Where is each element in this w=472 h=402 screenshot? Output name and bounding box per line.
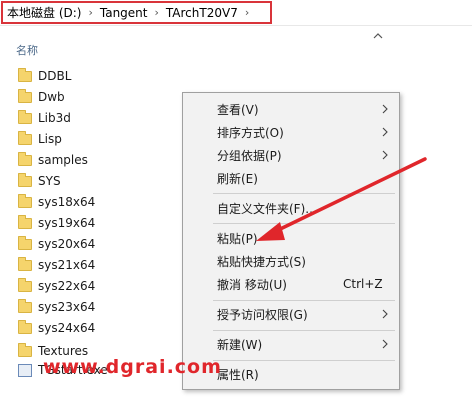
- menu-item-shortcut: Ctrl+Z: [343, 277, 383, 291]
- file-name: sys20x64: [38, 237, 96, 251]
- menu-item-new[interactable]: 新建(W): [183, 333, 399, 355]
- folder-icon: [18, 319, 32, 334]
- file-name: sys21x64: [38, 258, 96, 272]
- menu-item-label: 粘贴(P): [217, 231, 258, 246]
- menu-item-grant-access[interactable]: 授予访问权限(G): [183, 303, 399, 325]
- breadcrumb-separator-icon[interactable]: ›: [238, 6, 256, 19]
- menu-separator: [213, 330, 395, 331]
- folder-icon: [18, 88, 32, 103]
- folder-icon: [18, 277, 32, 292]
- menu-item-refresh[interactable]: 刷新(E): [183, 167, 399, 189]
- file-name: sys24x64: [38, 321, 96, 335]
- file-name: SYS: [38, 174, 61, 188]
- folder-icon: [18, 172, 32, 187]
- menu-item-view[interactable]: 查看(V): [183, 98, 399, 120]
- menu-item-paste-shortcut[interactable]: 粘贴快捷方式(S): [183, 250, 399, 272]
- list-item[interactable]: SYS: [18, 171, 61, 191]
- menu-item-label: 刷新(E): [217, 171, 258, 186]
- file-name: sys22x64: [38, 279, 96, 293]
- folder-icon: [18, 342, 32, 357]
- folder-icon: [18, 256, 32, 271]
- menu-item-label: 新建(W): [217, 337, 263, 352]
- menu-item-label: 自定义文件夹(F)...: [217, 201, 317, 216]
- breadcrumb-drive[interactable]: 本地磁盘 (D:): [7, 4, 81, 21]
- file-name: Lisp: [38, 132, 62, 146]
- menu-separator: [213, 300, 395, 301]
- chevron-right-icon: [382, 309, 388, 319]
- watermark-text: www.dgrai.com: [43, 356, 222, 378]
- folder-icon: [18, 151, 32, 166]
- folder-icon: [18, 109, 32, 124]
- menu-item-label: 分组依据(P): [217, 148, 282, 163]
- menu-item-group-by[interactable]: 分组依据(P): [183, 144, 399, 166]
- chevron-up-icon[interactable]: [372, 30, 384, 42]
- menu-item-label: 排序方式(O): [217, 125, 284, 140]
- list-item[interactable]: sys24x64: [18, 318, 95, 338]
- list-item[interactable]: sys19x64: [18, 213, 95, 233]
- menu-separator: [213, 360, 395, 361]
- menu-item-label: 属性(R): [217, 367, 259, 382]
- file-name: sys19x64: [38, 216, 96, 230]
- folder-icon: [18, 214, 32, 229]
- folder-icon: [18, 235, 32, 250]
- file-name: sys23x64: [38, 300, 96, 314]
- menu-item-label: 授予访问权限(G): [217, 307, 308, 322]
- chevron-right-icon: [382, 339, 388, 349]
- breadcrumb-tarcht20v7[interactable]: TArchT20V7: [166, 6, 238, 20]
- folder-icon: [18, 193, 32, 208]
- exe-file-icon: [18, 363, 32, 377]
- menu-item-sort[interactable]: 排序方式(O): [183, 121, 399, 143]
- breadcrumb-separator-icon[interactable]: ›: [81, 6, 99, 19]
- file-name: Lib3d: [38, 111, 71, 125]
- file-name: Dwb: [38, 90, 65, 104]
- file-name: sys18x64: [38, 195, 96, 209]
- menu-item-label: 查看(V): [217, 102, 259, 117]
- chevron-right-icon: [382, 104, 388, 114]
- file-name: samples: [38, 153, 88, 167]
- menu-item-label: 粘贴快捷方式(S): [217, 254, 306, 269]
- menu-item-label: 撤消 移动(U): [217, 277, 287, 292]
- breadcrumb-separator-icon[interactable]: ›: [148, 6, 166, 19]
- menu-item-customize-folder[interactable]: 自定义文件夹(F)...: [183, 197, 399, 219]
- list-item[interactable]: DDBL: [18, 66, 71, 86]
- chevron-right-icon: [382, 150, 388, 160]
- folder-icon: [18, 67, 32, 82]
- breadcrumb[interactable]: 本地磁盘 (D:) › Tangent › TArchT20V7 ›: [1, 1, 272, 24]
- list-item[interactable]: sys22x64: [18, 276, 95, 296]
- address-bar[interactable]: 本地磁盘 (D:) › Tangent › TArchT20V7 ›: [0, 0, 472, 26]
- list-item[interactable]: Lisp: [18, 129, 62, 149]
- list-item[interactable]: sys21x64: [18, 255, 95, 275]
- file-name: DDBL: [38, 69, 72, 83]
- list-item[interactable]: sys18x64: [18, 192, 95, 212]
- list-item[interactable]: sys23x64: [18, 297, 95, 317]
- list-item[interactable]: Lib3d: [18, 108, 71, 128]
- list-item[interactable]: sys20x64: [18, 234, 95, 254]
- context-menu: 查看(V) 排序方式(O) 分组依据(P) 刷新(E) 自定义文件夹(F)...…: [182, 92, 400, 390]
- chevron-right-icon: [382, 127, 388, 137]
- folder-icon: [18, 130, 32, 145]
- menu-item-paste[interactable]: 粘贴(P): [183, 227, 399, 249]
- menu-item-undo-move[interactable]: 撤消 移动(U) Ctrl+Z: [183, 273, 399, 295]
- folder-icon: [18, 298, 32, 313]
- list-item[interactable]: Dwb: [18, 87, 65, 107]
- list-item[interactable]: samples: [18, 150, 88, 170]
- menu-separator: [213, 223, 395, 224]
- menu-separator: [213, 193, 395, 194]
- column-header-name[interactable]: 名称: [16, 42, 38, 58]
- breadcrumb-tangent[interactable]: Tangent: [100, 6, 148, 20]
